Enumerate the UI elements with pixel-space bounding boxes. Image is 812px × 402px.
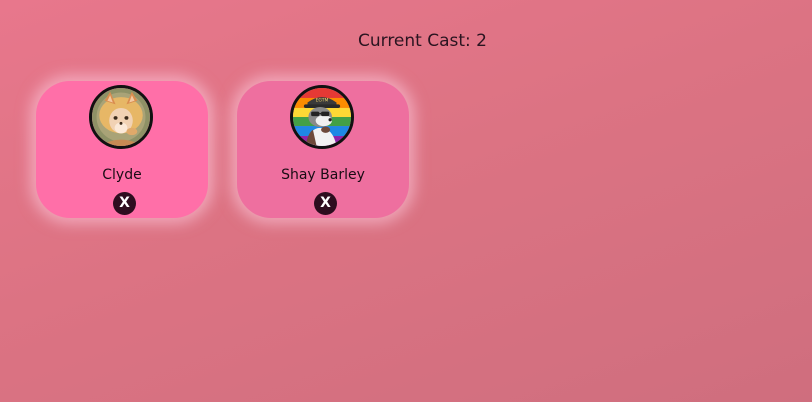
otter-pride-avatar-icon: EGTM	[290, 85, 354, 149]
current-cast-count: Current Cast: 2	[357, 31, 487, 51]
cast-card-shay-barley[interactable]: EGTM Shay Barley X	[237, 81, 409, 218]
svg-text:EGTM: EGTM	[316, 98, 329, 104]
cast-member-name: Shay Barley	[281, 167, 365, 183]
remove-cast-member-button[interactable]: X	[113, 192, 136, 215]
remove-cast-member-button[interactable]: X	[314, 192, 337, 215]
fox-avatar-icon	[89, 85, 153, 149]
cast-card-clyde[interactable]: Clyde X	[36, 81, 208, 218]
cast-member-name: Clyde	[102, 167, 142, 183]
